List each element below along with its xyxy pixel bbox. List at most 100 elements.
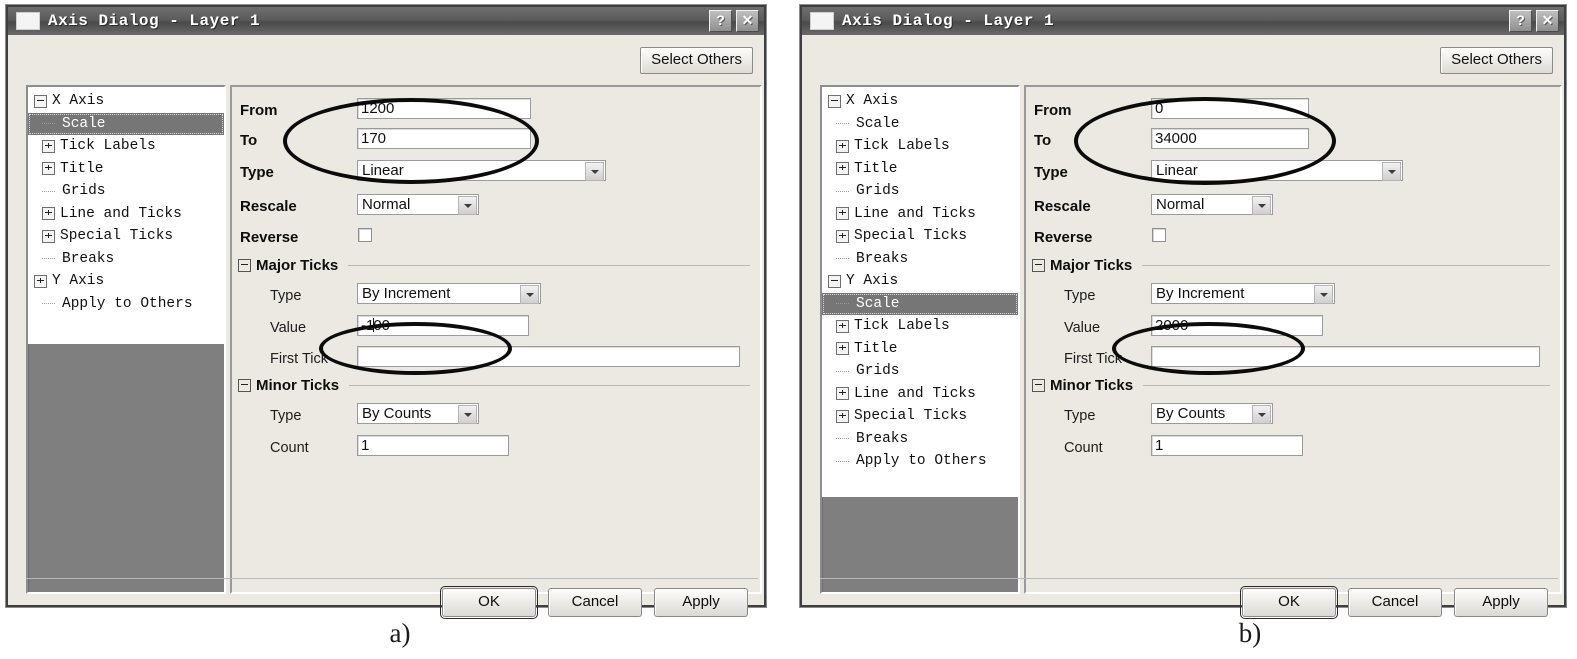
expand-icon[interactable] — [836, 342, 849, 356]
select-others-button[interactable]: Select Others — [1440, 47, 1553, 74]
type-combobox[interactable]: Linear — [1151, 160, 1403, 181]
tree-item-breaks[interactable]: Breaks — [822, 428, 1018, 451]
collapse-icon[interactable] — [828, 94, 841, 108]
tree-item-tick-labels[interactable]: Tick Labels — [822, 135, 1018, 158]
tree-item-line-and-ticks[interactable]: Line and Ticks — [28, 203, 224, 226]
chevron-down-icon[interactable] — [520, 285, 539, 304]
major-type-combobox[interactable]: By Increment — [357, 283, 541, 304]
titlebar-b[interactable]: Axis Dialog - Layer 1 ? ✕ — [802, 7, 1564, 35]
tree-item-y-axis[interactable]: Y Axis — [822, 270, 1018, 293]
from-input[interactable]: 1200 — [357, 98, 531, 119]
expand-icon[interactable] — [836, 207, 849, 221]
to-input[interactable]: 170 — [357, 128, 531, 149]
ok-button[interactable]: OK — [1240, 586, 1338, 619]
chevron-down-icon[interactable] — [585, 162, 604, 181]
tree-item-x-axis[interactable]: X Axis — [822, 90, 1018, 113]
tree-item-tick-labels[interactable]: Tick Labels — [28, 135, 224, 158]
rescale-combobox-value: Normal — [362, 196, 411, 213]
expand-icon[interactable] — [836, 139, 849, 153]
apply-button[interactable]: Apply — [654, 588, 748, 617]
chevron-down-icon[interactable] — [1252, 196, 1271, 215]
tree-item-grids[interactable]: Grids — [28, 180, 224, 203]
tree-item-scale[interactable]: Scale — [822, 292, 1018, 315]
close-icon[interactable]: ✕ — [736, 10, 759, 32]
close-icon[interactable]: ✕ — [1536, 10, 1559, 32]
axis-tree-b[interactable]: X Axis Scale Tick Labels Title Grids Line and… — [820, 85, 1020, 594]
expand-icon[interactable] — [34, 274, 47, 288]
tree-item-breaks[interactable]: Breaks — [28, 248, 224, 271]
minor-count-input[interactable]: 1 — [1151, 435, 1303, 456]
expand-icon[interactable] — [42, 229, 55, 243]
tree-item-scale[interactable]: Scale — [822, 113, 1018, 136]
expand-icon[interactable] — [836, 229, 849, 243]
minor-count-input[interactable]: 1 — [357, 435, 509, 456]
tree-item-apply-to-others[interactable]: Apply to Others — [28, 293, 224, 316]
tree-item-scale[interactable]: Scale — [28, 112, 224, 135]
major-ticks-group[interactable]: Major Ticks — [1032, 257, 1550, 274]
dialog-body-b: Select Others X Axis Scale Tick Labels Titl… — [802, 35, 1564, 619]
collapse-icon[interactable] — [1032, 259, 1045, 272]
collapse-icon[interactable] — [238, 259, 251, 272]
ok-button[interactable]: OK — [440, 586, 538, 619]
reverse-checkbox[interactable] — [1152, 228, 1166, 242]
minor-type-combobox[interactable]: By Counts — [1151, 403, 1273, 424]
chevron-down-icon[interactable] — [458, 405, 477, 424]
expand-icon[interactable] — [836, 409, 849, 423]
reverse-checkbox[interactable] — [358, 228, 372, 242]
chevron-down-icon[interactable] — [458, 196, 477, 215]
collapse-icon[interactable] — [238, 379, 251, 392]
select-others-button[interactable]: Select Others — [640, 47, 753, 74]
chevron-down-icon[interactable] — [1382, 162, 1401, 181]
major-value-input[interactable]: -100 — [357, 315, 529, 336]
subfigure-caption-b: b) — [1238, 618, 1262, 648]
tree-item-title[interactable]: Title — [822, 158, 1018, 181]
tree-item-breaks[interactable]: Breaks — [822, 248, 1018, 271]
expand-icon[interactable] — [42, 139, 55, 153]
apply-button[interactable]: Apply — [1454, 588, 1548, 617]
collapse-icon[interactable] — [828, 274, 841, 288]
tree-item-y-axis[interactable]: Y Axis — [28, 270, 224, 293]
minor-type-combobox[interactable]: By Counts — [357, 403, 479, 424]
collapse-icon[interactable] — [1032, 379, 1045, 392]
minor-ticks-group[interactable]: Minor Ticks — [238, 377, 750, 394]
expand-icon[interactable] — [836, 319, 849, 333]
expand-icon[interactable] — [836, 387, 849, 401]
axis-tree-list-b[interactable]: X Axis Scale Tick Labels Title Grids Line and… — [822, 87, 1018, 497]
titlebar-a[interactable]: Axis Dialog - Layer 1 ? ✕ — [8, 7, 764, 35]
rescale-combobox[interactable]: Normal — [357, 194, 479, 215]
tree-item-special-ticks[interactable]: Special Ticks — [28, 225, 224, 248]
tree-item-grids[interactable]: Grids — [822, 360, 1018, 383]
major-value-input[interactable]: 2000 — [1151, 315, 1323, 336]
to-input[interactable]: 34000 — [1151, 128, 1309, 149]
minor-ticks-group[interactable]: Minor Ticks — [1032, 377, 1550, 394]
expand-icon[interactable] — [836, 162, 849, 176]
tree-item-line-and-ticks[interactable]: Line and Ticks — [822, 203, 1018, 226]
from-input[interactable]: 0 — [1151, 98, 1309, 119]
tree-item-apply-to-others[interactable]: Apply to Others — [822, 450, 1018, 473]
expand-icon[interactable] — [42, 207, 55, 221]
axis-tree-list-a[interactable]: X Axis Scale Tick Labels Title Grids Line and… — [28, 87, 224, 344]
tree-item-line-and-ticks[interactable]: Line and Ticks — [822, 383, 1018, 406]
major-type-combobox[interactable]: By Increment — [1151, 283, 1335, 304]
collapse-icon[interactable] — [34, 94, 47, 108]
tree-item-special-ticks[interactable]: Special Ticks — [822, 405, 1018, 428]
expand-icon[interactable] — [42, 162, 55, 176]
type-combobox[interactable]: Linear — [357, 160, 606, 181]
help-icon[interactable]: ? — [1509, 10, 1532, 32]
tree-item-title[interactable]: Title — [28, 158, 224, 181]
tree-item-title[interactable]: Title — [822, 338, 1018, 361]
rescale-combobox[interactable]: Normal — [1151, 194, 1273, 215]
axis-tree-a[interactable]: X Axis Scale Tick Labels Title Grids Line and… — [26, 85, 226, 594]
major-ticks-group[interactable]: Major Ticks — [238, 257, 750, 274]
first-tick-input[interactable] — [1151, 346, 1540, 367]
chevron-down-icon[interactable] — [1314, 285, 1333, 304]
cancel-button[interactable]: Cancel — [548, 588, 642, 617]
chevron-down-icon[interactable] — [1252, 405, 1271, 424]
help-icon[interactable]: ? — [709, 10, 732, 32]
tree-item-x-axis[interactable]: X Axis — [28, 90, 224, 113]
first-tick-input[interactable] — [357, 346, 740, 367]
cancel-button[interactable]: Cancel — [1348, 588, 1442, 617]
tree-item-tick-labels[interactable]: Tick Labels — [822, 315, 1018, 338]
tree-item-grids[interactable]: Grids — [822, 180, 1018, 203]
tree-item-special-ticks[interactable]: Special Ticks — [822, 225, 1018, 248]
